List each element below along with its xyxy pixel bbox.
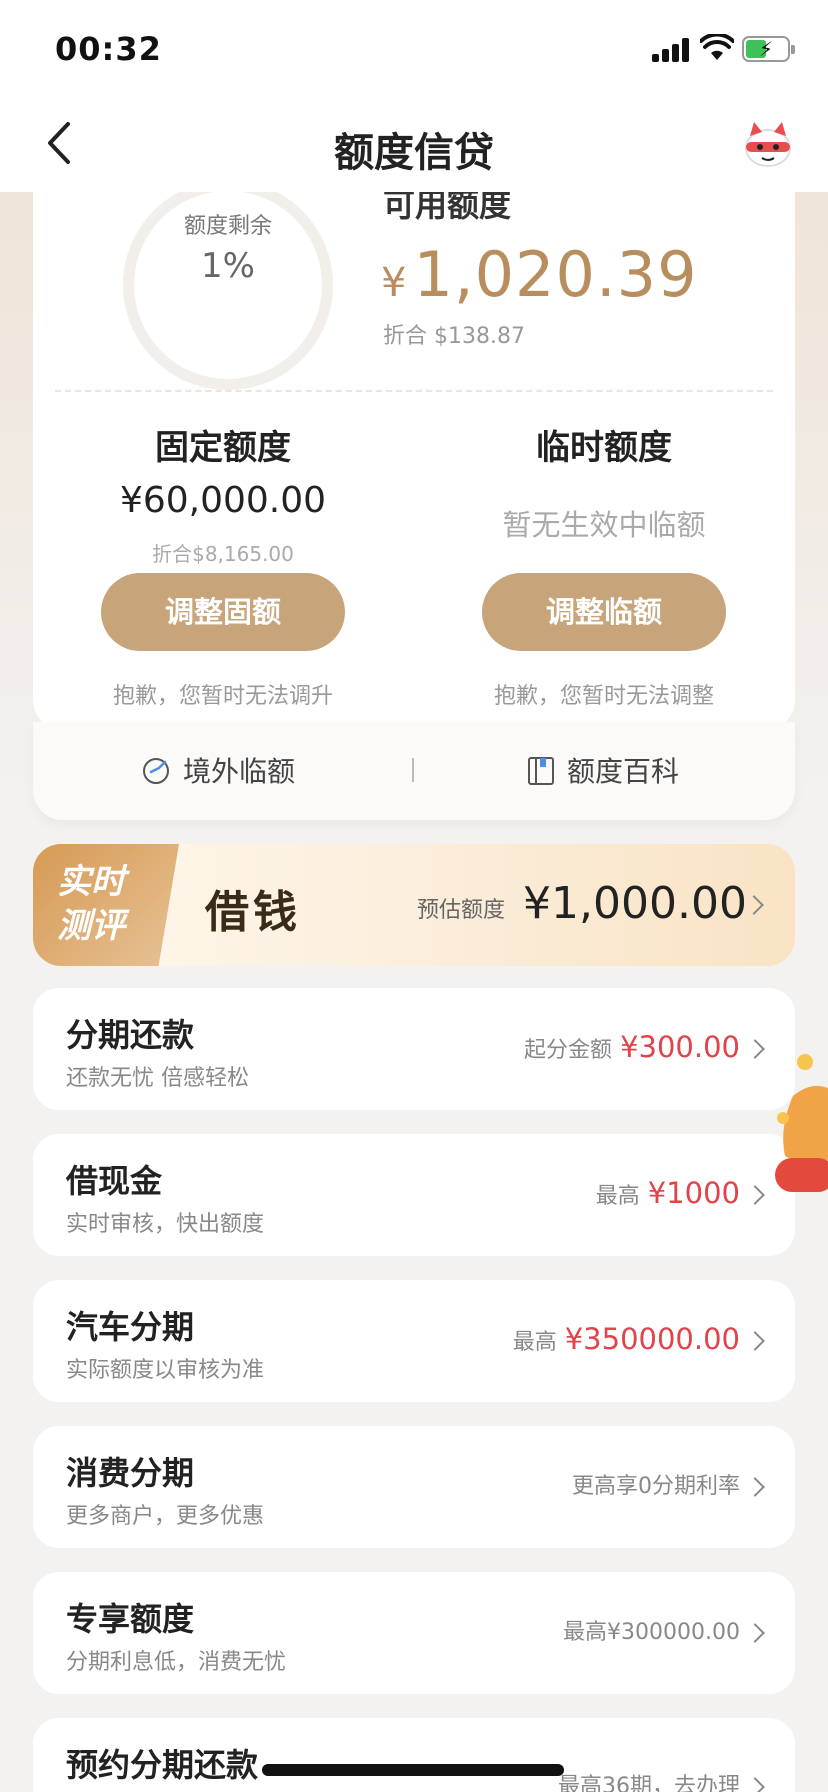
borrow-money-title: 借钱 xyxy=(205,887,301,938)
temporary-credit-title: 临时额度 xyxy=(536,428,672,468)
list-item-car-installment[interactable]: 汽车分期 实际额度以审核为准 最高 ¥350000.00 xyxy=(33,1280,795,1402)
chevron-right-icon xyxy=(745,1777,765,1792)
airplane-globe-icon xyxy=(143,758,169,784)
adjust-fixed-credit-button[interactable]: 调整固额 xyxy=(101,573,345,651)
nav-bar: 额度信贷 xyxy=(0,96,828,192)
list-item-detail: 起分金额 ¥300.00 xyxy=(524,1030,740,1064)
overseas-temporary-credit-link[interactable]: 境外临额 xyxy=(141,750,295,790)
currency-symbol: ¥ xyxy=(381,260,408,306)
list-item-subtitle: 还款无忧 倍感轻松 xyxy=(66,1066,249,1091)
temporary-credit-note: 抱歉，您暂时无法调整 xyxy=(493,684,714,709)
list-item-detail: 更高享0分期利率 xyxy=(572,1474,740,1499)
list-item-cash-loan[interactable]: 借现金 实时审核，快出额度 最高 ¥1000 xyxy=(33,1134,795,1256)
tag-line-1: 实时 xyxy=(57,862,125,902)
fixed-credit-title: 固定额度 xyxy=(155,428,291,468)
chevron-right-icon xyxy=(745,1623,765,1643)
ring-percentage: 1% xyxy=(201,246,255,286)
list-item-consumer-installment[interactable]: 消费分期 更多商户，更多优惠 更高享0分期利率 xyxy=(33,1426,795,1548)
credit-encyclopedia-link[interactable]: 额度百科 xyxy=(525,750,679,790)
available-credit-amount: ¥1,020.39 xyxy=(381,238,698,311)
list-item-subtitle: 更多商户，更多优惠 xyxy=(66,1504,265,1529)
list-item-title: 专享额度 xyxy=(66,1600,195,1638)
cellular-signal-icon xyxy=(652,38,692,62)
mascot-assistant-icon[interactable] xyxy=(740,116,796,172)
detail-label: 起分金额 xyxy=(524,1038,613,1063)
link-separator xyxy=(412,758,414,782)
list-item-title: 消费分期 xyxy=(66,1454,195,1492)
chevron-right-icon xyxy=(745,1331,765,1351)
available-credit-converted: 折合 $138.87 xyxy=(383,324,525,349)
list-item-installment-repayment[interactable]: 分期还款 还款无忧 倍感轻松 起分金额 ¥300.00 xyxy=(33,988,795,1110)
status-bar: 00:32 ⚡ xyxy=(0,0,828,96)
floating-promo-icon[interactable] xyxy=(775,1048,828,1208)
book-icon xyxy=(528,757,554,785)
status-time: 00:32 xyxy=(55,30,162,68)
credit-encyclopedia-label: 额度百科 xyxy=(567,755,680,788)
overseas-temporary-credit-label: 境外临额 xyxy=(183,755,296,788)
list-item-scheduled-installment[interactable]: 预约分期还款 最高36期，去办理 xyxy=(33,1718,795,1792)
estimated-credit-label: 预估额度 xyxy=(417,898,506,923)
chevron-right-icon xyxy=(745,1477,765,1497)
fixed-credit-converted: 折合$8,165.00 xyxy=(152,542,294,566)
credit-summary-card: 额度剩余 1% 可用额度 ¥1,020.39 折合 $138.87 固定额度 ¥… xyxy=(33,150,795,730)
battery-icon: ⚡ xyxy=(742,36,795,62)
detail-label: 最高 xyxy=(512,1330,557,1355)
temporary-credit-status: 暂无生效中临额 xyxy=(502,508,706,542)
detail-value: ¥350000.00 xyxy=(564,1322,740,1356)
borrow-money-banner[interactable]: 实时 测评 借钱 预估额度 ¥1,000.00 xyxy=(33,844,795,966)
list-item-detail: 最高 ¥1000 xyxy=(596,1176,740,1210)
home-indicator xyxy=(262,1764,564,1776)
list-item-title: 借现金 xyxy=(66,1162,163,1200)
chevron-right-icon xyxy=(745,1185,765,1205)
detail-value: ¥1000 xyxy=(647,1176,740,1210)
list-item-detail: 最高¥300000.00 xyxy=(563,1620,740,1645)
adjust-temporary-credit-button[interactable]: 调整临额 xyxy=(482,573,726,651)
list-item-detail: 最高 ¥350000.00 xyxy=(513,1322,740,1356)
list-item-title: 预约分期还款 xyxy=(66,1746,259,1784)
fixed-credit-note: 抱歉，您暂时无法调升 xyxy=(112,684,333,709)
chevron-right-icon xyxy=(744,895,764,915)
estimated-credit-value: ¥1,000.00 xyxy=(523,878,747,929)
list-item-subtitle: 实际额度以审核为准 xyxy=(66,1358,265,1383)
realtime-evaluation-text: 实时 测评 xyxy=(57,860,125,948)
list-item-detail: 最高36期，去办理 xyxy=(558,1774,740,1792)
detail-value: ¥300.00 xyxy=(620,1030,740,1064)
fixed-credit-amount: ¥60,000.00 xyxy=(119,480,327,521)
divider xyxy=(55,390,773,392)
list-item-title: 分期还款 xyxy=(66,1016,195,1054)
list-item-title: 汽车分期 xyxy=(66,1308,195,1346)
detail-label: 最高 xyxy=(595,1184,640,1209)
chevron-right-icon xyxy=(745,1039,765,1059)
page-title: 额度信贷 xyxy=(334,130,494,176)
list-item-subtitle: 实时审核，快出额度 xyxy=(66,1212,265,1237)
wifi-icon xyxy=(700,34,734,60)
ring-label: 额度剩余 xyxy=(183,214,272,239)
list-item-subtitle: 分期利息低，消费无忧 xyxy=(66,1650,287,1675)
available-credit-value: 1,020.39 xyxy=(413,238,698,311)
tag-line-2: 测评 xyxy=(57,906,125,946)
credit-links-bar: 境外临额 额度百科 xyxy=(33,722,795,820)
list-item-exclusive-credit[interactable]: 专享额度 分期利息低，消费无忧 最高¥300000.00 xyxy=(33,1572,795,1694)
